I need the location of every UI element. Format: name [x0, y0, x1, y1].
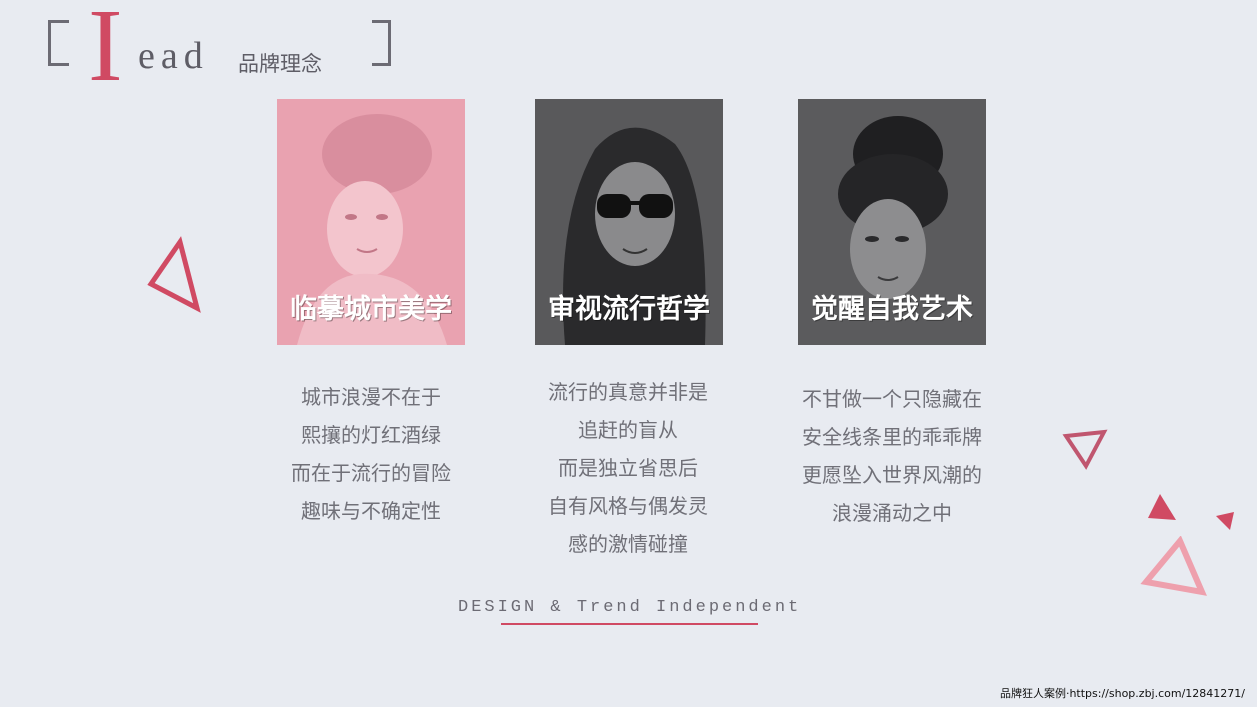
paragraph-line: 熙攘的灯红酒绿 [301, 423, 441, 447]
triangle-small-icon [1216, 512, 1234, 530]
triangle-solid-icon [1148, 494, 1176, 520]
paragraph-self: 不甘做一个只隐藏在 安全线条里的乖乖牌 更愿坠入世界风潮的 浪漫涌动之中 [772, 380, 1012, 532]
watermark-text: 品牌狂人案例·https://shop.zbj.com/12841271/ [999, 687, 1245, 700]
card-label-3: 觉醒自我艺术 [811, 294, 973, 325]
paragraph-line: 自有风格与偶发灵 [548, 494, 708, 518]
paragraph-line: 不甘做一个只隐藏在 [802, 387, 982, 411]
triangle-outline-left-icon [147, 236, 201, 313]
footer-tagline: DESIGN & Trend Independent [458, 598, 802, 617]
card-label-2: 审视流行哲学 [548, 294, 710, 325]
triangle-outline-pink-icon [1140, 536, 1207, 596]
title-bracket-left [48, 20, 69, 66]
title-initial: I [88, 0, 123, 103]
paragraph-line: 安全线条里的乖乖牌 [802, 425, 982, 449]
paragraph-line: 追赶的盲从 [578, 418, 678, 442]
paragraph-city: 城市浪漫不在于 熙攘的灯红酒绿 而在于流行的冒险 趣味与不确定性 [251, 378, 491, 530]
footer-underline [501, 623, 758, 625]
card-self-art: 觉醒自我艺术 [798, 99, 986, 345]
triangle-outline-right-icon [1062, 429, 1108, 470]
paragraph-line: 流行的真意并非是 [548, 380, 708, 404]
title-text: ead [138, 35, 209, 77]
paragraph-line: 浪漫涌动之中 [832, 501, 952, 525]
paragraph-line: 感的激情碰撞 [568, 532, 688, 556]
title-chinese: 品牌理念 [238, 52, 322, 76]
paragraph-line: 而在于流行的冒险 [291, 461, 451, 485]
paragraph-line: 更愿坠入世界风潮的 [802, 463, 982, 487]
paragraph-line: 而是独立省思后 [558, 456, 698, 480]
card-label-1: 临摹城市美学 [290, 294, 452, 325]
paragraph-line: 趣味与不确定性 [301, 499, 441, 523]
card-city-aesthetics: 临摹城市美学 [277, 99, 465, 345]
paragraph-trend: 流行的真意并非是 追赶的盲从 而是独立省思后 自有风格与偶发灵 感的激情碰撞 [508, 373, 748, 563]
paragraph-line: 城市浪漫不在于 [301, 385, 441, 409]
card-trend-philosophy: 审视流行哲学 [535, 99, 723, 345]
title-bracket-right [372, 20, 391, 66]
